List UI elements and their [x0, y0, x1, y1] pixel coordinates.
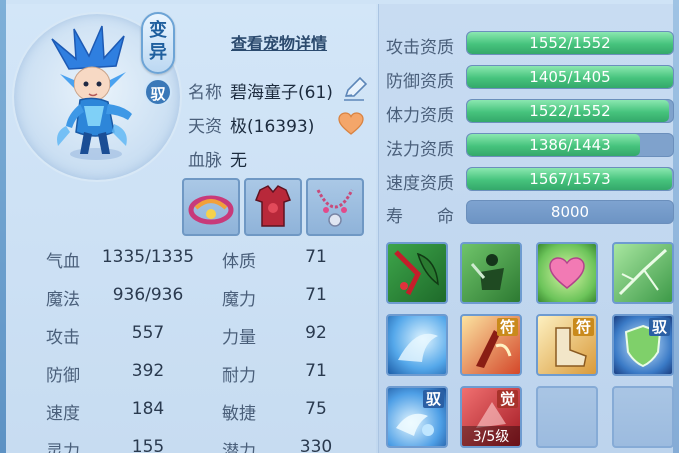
- aptitude-bar: 1405/1405: [466, 65, 674, 89]
- aptitude-label: 攻击资质: [386, 38, 454, 58]
- stat-label-right: 力量: [222, 328, 256, 348]
- pet-talent-value: 极(16393): [230, 117, 315, 137]
- water-skill-icon: [398, 333, 438, 362]
- aptitude-bar: 1552/1552: [466, 31, 674, 55]
- stat-value-right: 75: [305, 399, 327, 419]
- transform-badge[interactable]: 变异: [141, 12, 175, 74]
- pet-name-value: 碧海童子(61): [230, 83, 333, 103]
- edit-name-icon[interactable]: [342, 76, 368, 102]
- equip-slot-necklace[interactable]: [306, 178, 364, 236]
- stat-label-left: 气血: [46, 252, 80, 272]
- pet-name-row: 名称 碧海童子(61): [188, 78, 333, 103]
- skill-slot-9[interactable]: 驭: [386, 386, 448, 448]
- stat-value-left: 1335/1335: [101, 247, 195, 267]
- stat-label-left: 魔法: [46, 290, 80, 310]
- aptitude-label: 速度资质: [386, 174, 454, 194]
- yu-badge[interactable]: 驭: [144, 78, 172, 106]
- aptitude-value: 1552/1552: [529, 34, 611, 52]
- equip-slot-ring[interactable]: [182, 178, 240, 236]
- skill-slot-5[interactable]: [386, 314, 448, 376]
- stat-label-right: 耐力: [222, 366, 256, 386]
- pet-bloodline-value: 无: [230, 151, 247, 171]
- skill-slot-empty-1[interactable]: [536, 386, 598, 448]
- stat-label-left: 灵力: [46, 442, 80, 453]
- skill-slot-1[interactable]: [386, 242, 448, 304]
- warrior-skill-icon: [470, 254, 504, 290]
- aptitude-bar: 1567/1573: [466, 167, 674, 191]
- ring-equip-icon: [188, 195, 234, 225]
- stat-value-right: 71: [305, 247, 327, 267]
- aptitude-value: 1522/1552: [529, 102, 611, 120]
- skill-slot-2[interactable]: [460, 242, 522, 304]
- armor-equip-icon: [255, 185, 291, 227]
- blood-drain-skill-icon: [394, 250, 439, 296]
- yu-tag-2: 驭: [422, 390, 444, 408]
- skill-slot-empty-2[interactable]: [612, 386, 674, 448]
- stat-label-left: 攻击: [46, 328, 80, 348]
- skill-slot-3[interactable]: [536, 242, 598, 304]
- pet-name-label: 名称: [188, 83, 222, 103]
- view-pet-details-link[interactable]: 查看宠物详情: [231, 30, 327, 54]
- necklace-equip-icon: [316, 189, 354, 227]
- heart-icon[interactable]: [338, 112, 364, 136]
- stat-label-right: 体质: [222, 252, 256, 272]
- stat-value-left: 392: [131, 361, 165, 381]
- right-edge-strip: [673, 0, 679, 453]
- pet-talent-label: 天资: [188, 117, 222, 137]
- aptitude-label: 体力资质: [386, 106, 454, 126]
- aptitude-value: 1386/1443: [529, 136, 611, 154]
- aptitude-value: 1405/1405: [529, 68, 611, 86]
- life-value: 8000: [550, 203, 590, 221]
- aptitude-bar: 1386/1443: [466, 133, 674, 157]
- transform-badge-text: 变异: [149, 20, 167, 63]
- life-label: 寿 命: [386, 207, 454, 227]
- skill-slot-4[interactable]: [612, 242, 674, 304]
- aptitude-bar: 1522/1552: [466, 99, 674, 123]
- stat-label-left: 速度: [46, 404, 80, 424]
- awaken-tag: 觉: [496, 390, 518, 408]
- stat-label-right: 潜力: [222, 442, 256, 453]
- skill-slot-10[interactable]: 觉 3/5级: [460, 386, 522, 448]
- stat-value-left: 155: [131, 437, 165, 453]
- stat-label-right: 魔力: [222, 290, 256, 310]
- stat-value-left: 557: [131, 323, 165, 343]
- aptitude-value: 1567/1573: [529, 170, 611, 188]
- stat-value-right: 71: [305, 285, 327, 305]
- stat-label-left: 防御: [46, 366, 80, 386]
- stat-value-right: 330: [299, 437, 333, 453]
- stat-value-right: 92: [305, 323, 327, 343]
- aptitude-label: 防御资质: [386, 72, 454, 92]
- skill-slot-6[interactable]: 符: [460, 314, 522, 376]
- skill-slot-8[interactable]: 驭: [612, 314, 674, 376]
- pet-bloodline-row: 血脉无: [188, 146, 247, 171]
- heart-aura-skill-icon: [549, 257, 585, 289]
- aptitude-label: 法力资质: [386, 140, 454, 160]
- shatter-skill-icon: [618, 248, 668, 296]
- awaken-level: 3/5级: [462, 426, 520, 446]
- stat-value-left: 936/936: [112, 285, 184, 305]
- equip-slot-armor[interactable]: [244, 178, 302, 236]
- life-bar: 8000: [466, 200, 674, 224]
- yu-tag: 驭: [648, 318, 670, 336]
- pet-bloodline-label: 血脉: [188, 151, 222, 171]
- pet-talent-row: 天资 极(16393): [188, 112, 314, 137]
- stat-value-right: 71: [305, 361, 327, 381]
- stat-label-right: 敏捷: [222, 404, 256, 424]
- talisman-tag-2: 符: [572, 318, 594, 336]
- talisman-tag: 符: [496, 318, 518, 336]
- stat-value-left: 184: [131, 399, 165, 419]
- skill-slot-7[interactable]: 符: [536, 314, 598, 376]
